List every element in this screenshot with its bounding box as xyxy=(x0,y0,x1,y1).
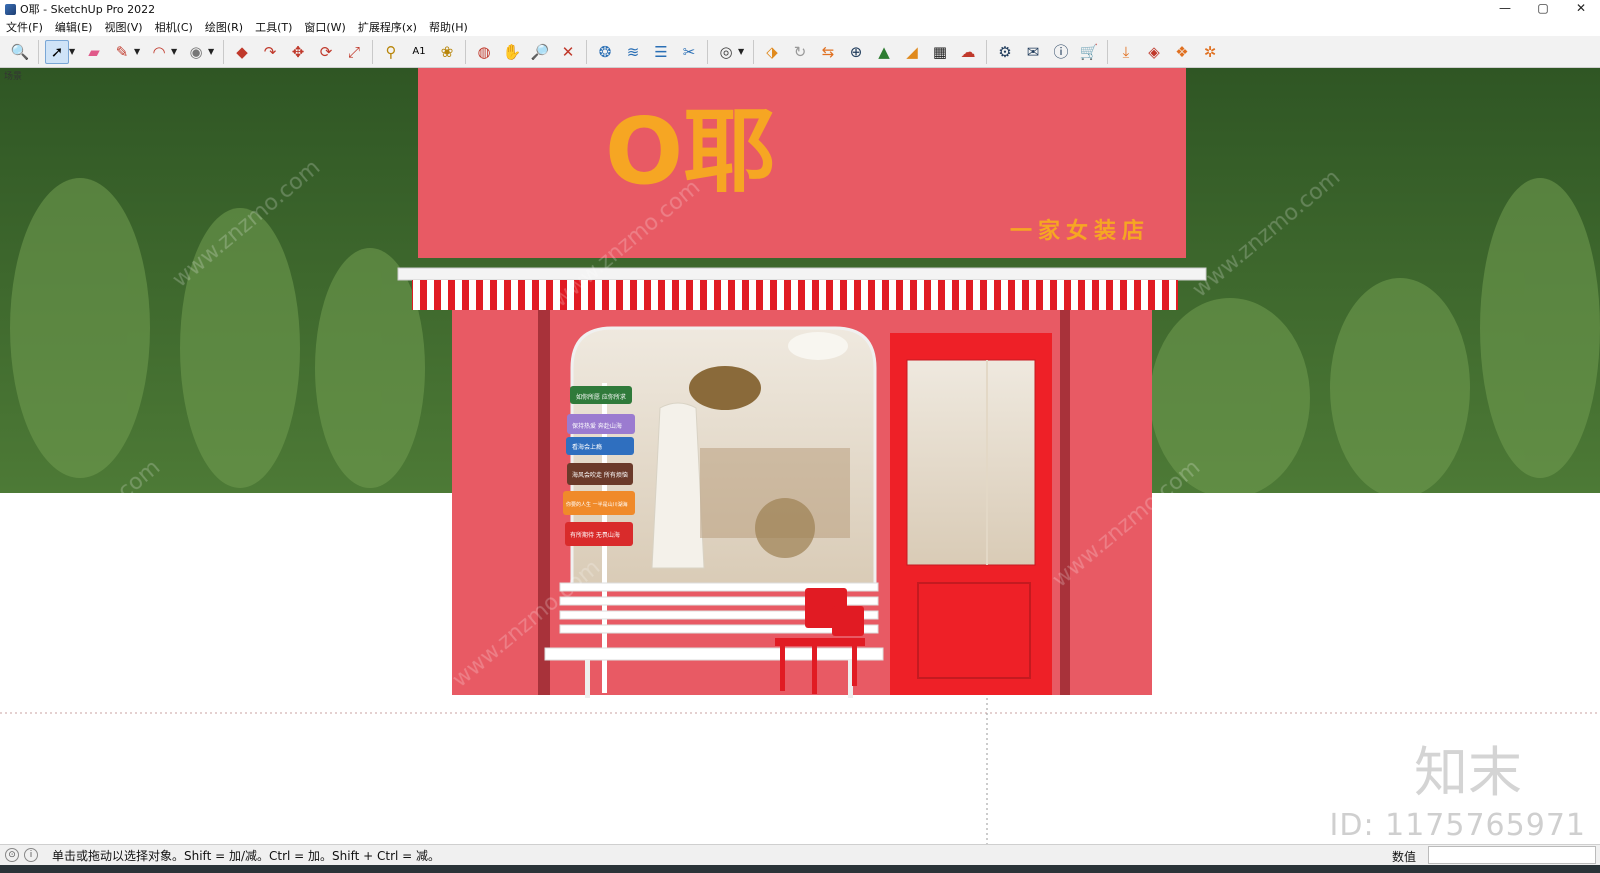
znzmo-logo: 知末 xyxy=(1414,741,1522,804)
tape-measure-icon[interactable]: ⚲ xyxy=(379,40,403,64)
signpost-text: 海风会吹走 所有烦恼 xyxy=(572,471,628,479)
menu-draw[interactable]: 绘图(R) xyxy=(205,19,243,35)
zoom-extents-icon[interactable]: ✕ xyxy=(556,40,580,64)
toolbar-separator xyxy=(586,39,587,64)
scene-tab-label[interactable]: 场景 xyxy=(4,69,22,82)
menu-file[interactable]: 文件(F) xyxy=(6,19,43,35)
push-pull-icon[interactable]: ◆ xyxy=(230,40,254,64)
signpost-text: 看海会上瘾 xyxy=(572,443,602,451)
menu-edit[interactable]: 编辑(E) xyxy=(55,19,93,35)
checker-icon[interactable]: ▦ xyxy=(928,40,952,64)
title-bar: O耶 - SketchUp Pro 2022 — ▢ ✕ xyxy=(0,0,1600,18)
toolbar-separator xyxy=(707,39,708,64)
tree-icon[interactable]: ▲ xyxy=(872,40,896,64)
window-controls: — ▢ ✕ xyxy=(1486,0,1600,18)
signpost-text: 如你所愿 应你所求 xyxy=(576,393,626,401)
toolbar-separator xyxy=(223,39,224,64)
store-sign-sub: 一家女装店 xyxy=(1010,218,1150,244)
extension-4-icon[interactable]: ✲ xyxy=(1198,40,1222,64)
main-toolbar: 🔍 ➚ ▼ ▰ ✎ ▼ ◠ ▼ ◉ ▼ ◆ ↷ ✥ ⟳ ⤢ ⚲ A1 ❀ ◍ ✋ 🔎 ✕… xyxy=(0,36,1600,68)
signpost-text: 你要的人生 一半是山川湖海 xyxy=(566,501,628,508)
pan-icon[interactable]: ✋ xyxy=(500,40,524,64)
info-icon[interactable]: ⓘ xyxy=(1049,40,1073,64)
orbit-icon[interactable]: ◍ xyxy=(472,40,496,64)
menu-tools[interactable]: 工具(T) xyxy=(255,19,292,35)
awning-stripes xyxy=(412,280,1178,310)
pencil-icon[interactable]: ✎ xyxy=(110,40,134,64)
menu-view[interactable]: 视图(V) xyxy=(104,19,142,35)
taskbar-strip xyxy=(0,865,1600,873)
cart-icon[interactable]: 🛒 xyxy=(1077,40,1101,64)
chevron-down-icon[interactable]: ▼ xyxy=(171,47,180,56)
dried-flowers xyxy=(689,366,761,410)
extension-2-icon[interactable]: ◈ xyxy=(1142,40,1166,64)
scenes-icon[interactable]: ⇆ xyxy=(816,40,840,64)
help-icon[interactable]: i xyxy=(24,848,38,862)
maximize-button[interactable]: ▢ xyxy=(1524,0,1562,18)
styles-icon[interactable]: ✂ xyxy=(677,40,701,64)
eraser-icon[interactable]: ▰ xyxy=(82,40,106,64)
zoom-icon-2[interactable]: 🔎 xyxy=(528,40,552,64)
add-icon[interactable]: ⊕ xyxy=(844,40,868,64)
zoom-icon[interactable]: 🔍 xyxy=(8,40,32,64)
mannequin-dress xyxy=(651,402,705,569)
toolbar-separator xyxy=(986,39,987,64)
mail-icon[interactable]: ✉ xyxy=(1021,40,1045,64)
paint-icon[interactable]: ❀ xyxy=(435,40,459,64)
refresh-icon[interactable]: ↻ xyxy=(788,40,812,64)
menu-bar: 文件(F) 编辑(E) 视图(V) 相机(C) 绘图(R) 工具(T) 窗口(W… xyxy=(0,18,1600,36)
geolocation-icon[interactable]: ⊙ xyxy=(5,848,19,862)
facade-pillar xyxy=(1060,310,1070,695)
extension-1-icon[interactable]: ⤓ xyxy=(1114,40,1138,64)
warehouse-icon[interactable]: ⬗ xyxy=(760,40,784,64)
status-bar: ⊙ i 单击或拖动以选择对象。Shift = 加/减。Ctrl = 加。Shif… xyxy=(0,844,1600,865)
text-icon[interactable]: A1 xyxy=(407,40,431,64)
measurements-input[interactable] xyxy=(1428,846,1596,864)
sketchup-logo-icon xyxy=(5,3,16,15)
menu-extensions[interactable]: 扩展程序(x) xyxy=(358,19,417,35)
model-viewport[interactable]: 场景 O耶 一家女装店 如你所愿 应你所求 保持热爱 奔赴山海 看海会上瘾 海风… xyxy=(0,68,1600,844)
chart-icon[interactable]: ◢ xyxy=(900,40,924,64)
rotate-icon[interactable]: ⟳ xyxy=(314,40,338,64)
user-icon[interactable]: ◎ xyxy=(714,40,738,64)
layers-icon[interactable]: ☰ xyxy=(649,40,673,64)
scale-icon[interactable]: ⤢ xyxy=(342,40,366,64)
select-icon[interactable]: ➚ xyxy=(45,39,69,64)
pampas-plant xyxy=(755,498,815,558)
chevron-down-icon[interactable]: ▼ xyxy=(738,47,747,56)
facade-pillar xyxy=(538,310,550,695)
menu-help[interactable]: 帮助(H) xyxy=(429,19,468,35)
ceiling-light xyxy=(788,332,848,360)
toolbar-separator xyxy=(465,39,466,64)
menu-window[interactable]: 窗口(W) xyxy=(304,19,345,35)
toolbar-separator xyxy=(753,39,754,64)
chevron-down-icon[interactable]: ▼ xyxy=(208,47,217,56)
menu-camera[interactable]: 相机(C) xyxy=(155,19,193,35)
arc-icon[interactable]: ◠ xyxy=(147,40,171,64)
toolbar-separator xyxy=(1107,39,1108,64)
chevron-down-icon[interactable]: ▼ xyxy=(69,47,78,56)
minimize-button[interactable]: — xyxy=(1486,0,1524,18)
signpost-text: 保持热爱 奔赴山海 xyxy=(572,422,622,430)
toolbar-separator xyxy=(38,39,39,64)
close-button[interactable]: ✕ xyxy=(1562,0,1600,18)
door-glass xyxy=(906,359,1036,566)
chevron-down-icon[interactable]: ▼ xyxy=(134,47,143,56)
paint-bucket-icon[interactable]: ◉ xyxy=(184,40,208,64)
component-icon[interactable]: ❂ xyxy=(593,40,617,64)
window-title: O耶 - SketchUp Pro 2022 xyxy=(20,3,156,16)
model-id-watermark: ID: 1175765971 xyxy=(1329,808,1586,843)
move-icon[interactable]: ✥ xyxy=(286,40,310,64)
storefront-render: O耶 一家女装店 如你所愿 应你所求 保持热爱 奔赴山海 看海会上瘾 海风会吹走… xyxy=(0,68,1600,844)
cloud-icon[interactable]: ☁ xyxy=(956,40,980,64)
awning-top xyxy=(397,267,1207,281)
follow-me-icon[interactable]: ↷ xyxy=(258,40,282,64)
toolbar-separator xyxy=(372,39,373,64)
gear-icon[interactable]: ⚙ xyxy=(993,40,1017,64)
signpost-text: 有所期待 无畏山海 xyxy=(570,531,620,539)
extension-3-icon[interactable]: ❖ xyxy=(1170,40,1194,64)
section-icon[interactable]: ≋ xyxy=(621,40,645,64)
measurements-label: 数值 xyxy=(1392,850,1417,864)
status-message: 单击或拖动以选择对象。Shift = 加/减。Ctrl = 加。Shift + … xyxy=(52,848,441,863)
